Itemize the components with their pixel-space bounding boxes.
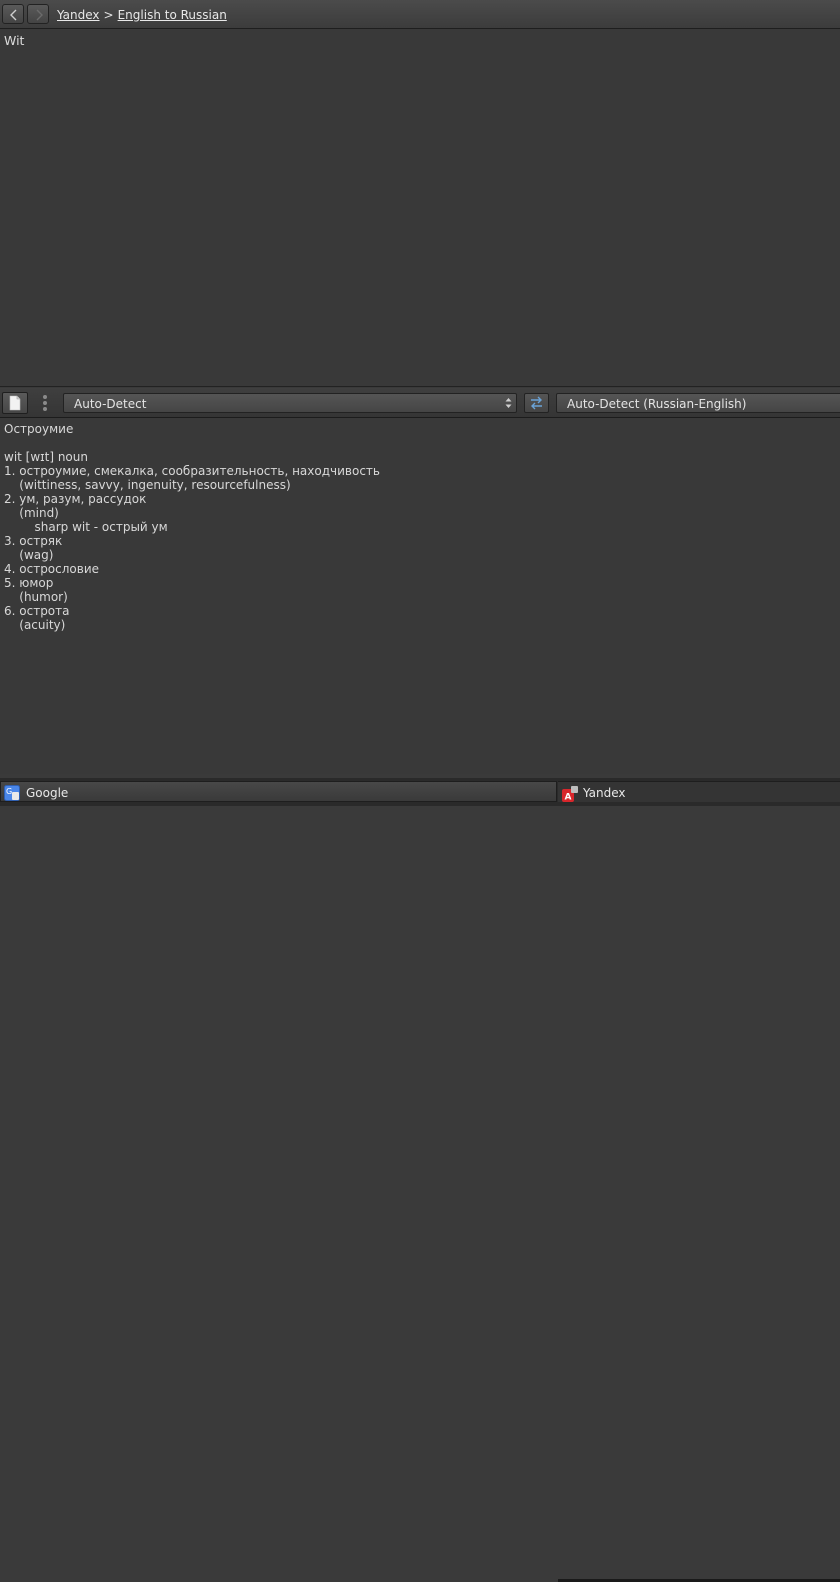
translation-output: Остроумие wit [wɪt] noun 1. остроумие, сме… [0,418,840,774]
source-language-select[interactable]: Auto-Detect [63,393,517,413]
svg-text:A: A [565,793,572,803]
translation-line: Остроумие [4,422,74,436]
back-arrow-icon [10,9,17,21]
translation-lines: Остроумие wit [wɪt] noun 1. остроумие, сме… [4,422,836,632]
translation-line: 2. ум, разум, рассудок [4,492,147,506]
breadcrumb: Yandex > English to Russian [57,8,227,22]
tab-yandex-label: Yandex [583,786,626,800]
source-text-input[interactable]: Wit [0,29,840,387]
breadcrumb-english-to-russian-link[interactable]: English to Russian [118,8,227,22]
source-language-value: Auto-Detect [74,397,147,411]
yandex-translate-icon: A [562,786,578,803]
updown-arrows-icon [505,398,512,408]
svg-text:G: G [6,787,12,796]
translation-line: sharp wit - острый ум [4,520,168,534]
navigation-bar: Yandex > English to Russian [0,0,840,29]
translation-line: 5. юмор [4,576,54,590]
translation-line [4,436,836,450]
translation-line: (humor) [4,590,68,604]
tab-google-label: Google [26,786,69,800]
translation-line: 4. острословие [4,562,100,576]
translation-line: (wag) [4,548,54,562]
swap-arrows-icon [531,396,542,410]
translation-line: (mind) [4,506,59,520]
target-language-value: Auto-Detect (Russian-English) [567,397,747,411]
breadcrumb-yandex-link[interactable]: Yandex [57,8,100,22]
breadcrumb-separator: > [103,8,114,22]
target-language-select[interactable]: Auto-Detect (Russian-English) [556,393,840,413]
translation-line: 3. остряк [4,534,63,548]
translation-line: 1. остроумие, смекалка, сообразительност… [4,464,380,478]
swap-languages-button[interactable] [524,393,549,413]
tab-yandex[interactable]: A Yandex [558,781,840,803]
document-button[interactable] [2,392,28,414]
language-toolbar: Auto-Detect Auto-Detect (Russian-English… [0,388,840,418]
tab-google[interactable]: G Google [0,781,557,802]
translation-line: 6. острота [4,604,70,618]
translation-line: (acuity) [4,618,66,632]
drag-handle-icon[interactable] [42,395,48,411]
forward-button[interactable] [27,4,49,24]
google-translate-icon: G [4,785,20,801]
service-tab-bar: G Google A Yandex [0,778,840,1582]
translation-line: wit [wɪt] noun [4,450,88,464]
source-text: Wit [4,33,25,48]
document-icon [9,395,21,411]
forward-arrow-icon [36,9,43,21]
back-button[interactable] [2,4,24,24]
translation-line: (wittiness, savvy, ingenuity, resourcefu… [4,478,291,492]
